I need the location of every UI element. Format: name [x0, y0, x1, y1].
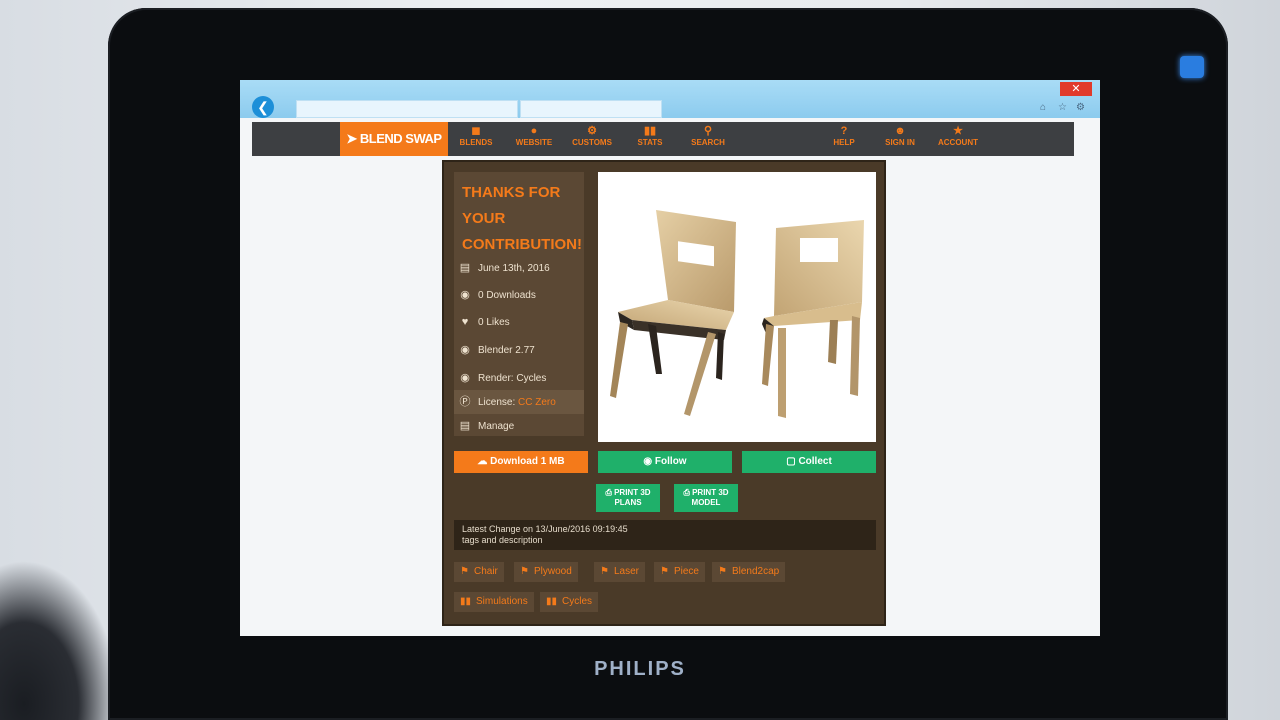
nav-help[interactable]: ? HELP — [818, 124, 870, 154]
cc-icon: Ⓟ — [459, 396, 471, 408]
download-icon: ☁ — [477, 456, 488, 467]
tag-chip[interactable]: ⚑ Plywood — [514, 562, 578, 582]
eye-icon: ◉ — [643, 456, 653, 467]
contribution-info: THANKS FOR YOUR CONTRIBUTION! ▤ June 13th… — [454, 172, 584, 436]
nav-customs[interactable]: ⚙ CUSTOMS — [566, 124, 618, 154]
blend-preview-image[interactable] — [598, 172, 876, 442]
latest-change-box: Latest Change on 13/June/2016 09:19:45 t… — [454, 520, 876, 550]
power-led — [1180, 56, 1204, 78]
category-icon: ▮▮ — [460, 596, 472, 607]
monitor-brand: PHILIPS — [594, 658, 686, 680]
latest-change-line: Latest Change on 13/June/2016 09:19:45 — [462, 524, 628, 534]
tag-chip[interactable]: ⚑ Chair — [454, 562, 504, 582]
close-icon[interactable]: ✕ — [1060, 82, 1092, 96]
star-icon[interactable]: ☆ — [1058, 102, 1068, 113]
nav-account[interactable]: ★ ACCOUNT — [932, 124, 984, 154]
browser-titlebar: ❮ ✕ ⌂ ☆ ⚙ — [240, 80, 1100, 118]
browser-tab[interactable] — [520, 100, 662, 118]
tag-icon: ⚑ — [600, 566, 609, 577]
tag-chip[interactable]: ⚑ Laser — [594, 562, 645, 582]
site-logo[interactable]: ➤ BLEND SWAP — [340, 122, 448, 156]
gear-icon: ⚙ — [587, 125, 597, 137]
blender-icon: ◉ — [460, 344, 470, 356]
account-icon: ★ — [953, 125, 963, 137]
tag-icon: ⚑ — [520, 566, 529, 577]
monitor-cable — [0, 560, 120, 720]
category-chip[interactable]: ▮▮ Simulations — [454, 592, 534, 612]
category-chip[interactable]: ▮▮ Cycles — [540, 592, 599, 612]
browser-screen: ❮ ✕ ⌂ ☆ ⚙ ➤ BLEND SWAP ◼ BLENDS ● WEBSITE … — [240, 80, 1100, 636]
latest-change-detail: tags and description — [462, 535, 543, 545]
nav-search[interactable]: ⚲ SEARCH — [682, 124, 734, 154]
license-link[interactable]: CC Zero — [518, 397, 556, 408]
bars-icon: ▮▮ — [643, 125, 657, 137]
user-icon: ☻ — [894, 125, 906, 137]
manage-row[interactable]: ▤ Manage — [454, 414, 584, 438]
folder-icon: ▢ — [786, 456, 796, 467]
nav-sign-in[interactable]: ☻ SIGN IN — [874, 124, 926, 154]
likes-row[interactable]: ♥ 0 Likes — [454, 310, 584, 334]
tag-icon: ⚑ — [460, 566, 469, 577]
print-3d-model-button[interactable]: ⎙ PRINT 3D MODEL — [674, 484, 738, 512]
help-icon: ? — [840, 125, 848, 137]
license-row: Ⓟ License: CC Zero — [454, 390, 584, 414]
thanks-heading: THANKS FOR YOUR CONTRIBUTION! — [462, 184, 582, 253]
eye-icon: ◉ — [460, 289, 470, 301]
date-row: ▤ June 13th, 2016 — [454, 256, 584, 280]
follow-button[interactable]: ◉ Follow — [598, 451, 732, 473]
nav-stats[interactable]: ▮▮ STATS — [624, 124, 676, 154]
render-row: ◉ Render: Cycles — [454, 366, 584, 390]
manage-icon: ▤ — [459, 420, 471, 432]
tag-chip[interactable]: ⚑ Piece — [654, 562, 705, 582]
blend-detail-panel: THANKS FOR YOUR CONTRIBUTION! ▤ June 13th… — [444, 162, 884, 624]
downloads-row: ◉ 0 Downloads — [454, 283, 584, 307]
home-icon[interactable]: ⌂ — [1040, 102, 1050, 113]
tag-chip[interactable]: ⚑ Blend2cap — [712, 562, 786, 582]
collect-button[interactable]: ▢ Collect — [742, 451, 876, 473]
back-arrow-icon[interactable]: ❮ — [252, 96, 274, 118]
site-navbar: ➤ BLEND SWAP ◼ BLENDS ● WEBSITE ⚙ CUSTOMS ▮… — [252, 122, 1074, 156]
tag-icon: ⚑ — [718, 566, 727, 577]
tag-icon: ⚑ — [660, 566, 669, 577]
nav-blends[interactable]: ◼ BLENDS — [450, 124, 502, 154]
search-icon: ⚲ — [703, 125, 713, 137]
printer-icon: ⎙ — [605, 488, 612, 497]
settings-icon[interactable]: ⚙ — [1076, 102, 1086, 113]
calendar-icon: ▤ — [459, 262, 471, 274]
nav-website[interactable]: ● WEBSITE — [508, 124, 560, 154]
printer-icon: ⎙ — [683, 488, 690, 497]
cube-icon: ◼ — [471, 125, 481, 137]
globe-icon: ● — [530, 125, 538, 137]
print-3d-plans-button[interactable]: ⎙ PRINT 3D PLANS — [596, 484, 660, 512]
download-button[interactable]: ☁ Download 1 MB — [454, 451, 588, 473]
heart-icon: ♥ — [461, 316, 469, 328]
chair-render — [610, 210, 864, 418]
category-icon: ▮▮ — [546, 596, 558, 607]
blender-version-row: ◉ Blender 2.77 — [454, 338, 584, 362]
render-icon: ◉ — [460, 372, 470, 384]
address-bar[interactable] — [296, 100, 518, 118]
